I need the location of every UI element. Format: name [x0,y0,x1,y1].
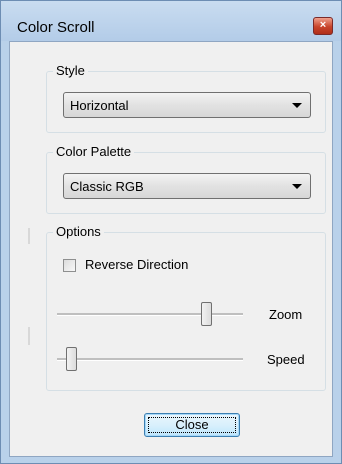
chevron-down-icon [292,103,302,108]
speed-slider-track[interactable] [57,358,243,361]
color-palette-dropdown-value: Classic RGB [70,179,144,194]
style-group-label: Style [53,63,88,78]
chevron-down-icon [292,184,302,189]
window-title: Color Scroll [17,19,95,36]
speed-slider-thumb[interactable] [65,347,77,371]
dialog-window: Color Scroll × Style Horizontal Color Pa… [0,0,342,464]
title-bar[interactable]: Color Scroll × [1,1,341,41]
window-close-button[interactable]: × [313,17,333,35]
zoom-slider-thumb[interactable] [200,302,212,326]
speed-label: Speed [267,352,305,367]
reverse-direction-label[interactable]: Reverse Direction [85,257,188,272]
color-palette-dropdown[interactable]: Classic RGB [63,173,311,199]
color-palette-group: Color Palette Classic RGB [46,144,326,214]
zoom-label: Zoom [269,307,303,322]
focus-rectangle [148,417,236,433]
close-button[interactable]: Close [144,413,240,437]
dialog-client-area: Style Horizontal Color Palette Classic R… [9,41,333,457]
style-group: Style Horizontal [46,63,326,133]
options-group: Options Reverse Direction Zoom Speed [46,224,326,391]
options-group-label: Options [53,224,104,239]
reverse-direction-checkbox[interactable] [63,259,76,272]
color-palette-group-label: Color Palette [53,144,135,159]
style-dropdown[interactable]: Horizontal [63,92,311,118]
style-dropdown-value: Horizontal [70,98,129,113]
zoom-slider-track[interactable] [57,313,243,316]
edge-mark [28,228,30,244]
edge-mark [28,327,30,345]
